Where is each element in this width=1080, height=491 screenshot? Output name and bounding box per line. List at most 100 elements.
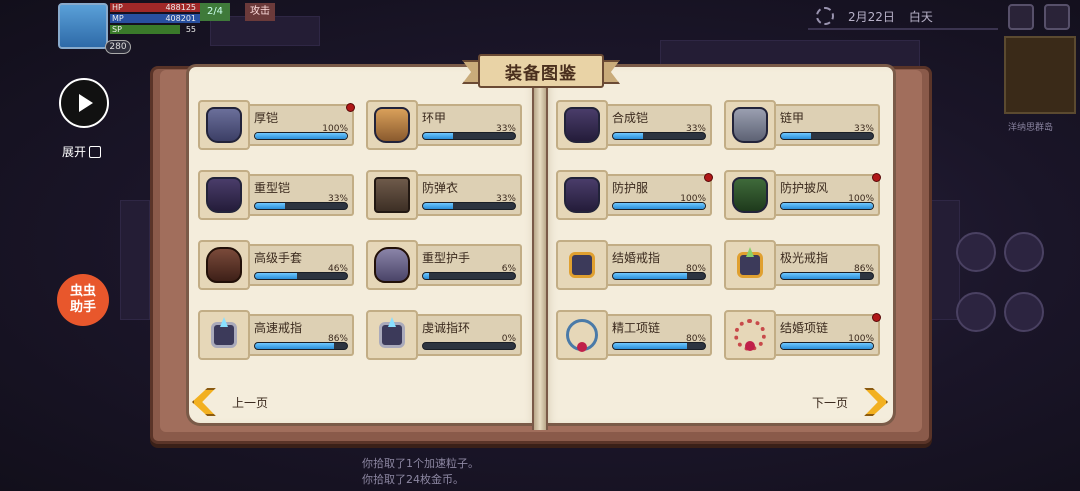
equipment-name: 厚铠	[254, 111, 279, 125]
hp-value: 488125	[165, 3, 196, 12]
log-line: 你拾取了1个加速粒子。	[362, 457, 479, 470]
progress-fill	[255, 343, 335, 349]
ring-armor-icon	[374, 107, 410, 143]
equipment-slot	[556, 170, 608, 220]
equipment-name: 链甲	[780, 111, 805, 125]
new-indicator-dot	[872, 313, 881, 322]
equipment-card[interactable]: 防护披风 100%	[724, 170, 881, 220]
book-title: 装备图鉴	[478, 54, 604, 88]
equipment-slot	[366, 240, 418, 290]
equipment-info: 防弹衣 33%	[418, 174, 522, 216]
expand-icon	[89, 145, 102, 158]
player-level-badge: 280	[105, 40, 131, 54]
helper-label: 虫虫 助手	[69, 284, 96, 315]
equipment-card[interactable]: 合成铠 33%	[556, 100, 712, 150]
progress-fill	[613, 133, 644, 139]
background-tile	[120, 200, 150, 320]
progress-fill	[423, 273, 429, 279]
collection-progress-bar	[422, 202, 516, 210]
prev-page-button[interactable]: 上一页	[192, 388, 268, 416]
computer-icon[interactable]	[1008, 4, 1034, 30]
equipment-card[interactable]: 环甲 33%	[366, 100, 522, 150]
zoom-icon[interactable]	[1004, 232, 1044, 272]
equipment-card[interactable]: 链甲 33%	[724, 100, 880, 150]
equipment-info: 厚铠 100%	[250, 103, 355, 146]
equipment-name: 防弹衣	[422, 181, 459, 195]
collection-progress-bar	[254, 132, 348, 140]
collection-progress-bar	[422, 272, 516, 280]
helper-button[interactable]: 虫虫 助手	[57, 274, 109, 326]
equipment-slot	[724, 240, 776, 290]
collection-progress-bar	[612, 132, 706, 140]
player-avatar[interactable]	[58, 3, 108, 49]
snowflake-icon[interactable]	[1004, 292, 1044, 332]
equipment-slot	[198, 170, 250, 220]
equipment-slot	[198, 240, 250, 290]
speed-ring-icon	[211, 317, 237, 348]
equipment-card[interactable]: 厚铠 100%	[198, 100, 355, 150]
date-bar: 2月22日 白天	[808, 4, 998, 30]
hud-counter-tag[interactable]: 2/4	[200, 3, 230, 21]
log-line: 你拾取了24枚金币。	[362, 473, 464, 486]
equipment-card[interactable]: 防弹衣 33%	[366, 170, 522, 220]
equipment-name: 虔诚指环	[422, 321, 471, 335]
progress-fill	[255, 273, 298, 279]
crafted-necklace-icon	[566, 319, 598, 352]
equipment-card[interactable]: 结婚戒指 80%	[556, 240, 712, 290]
menu-icon[interactable]	[1044, 4, 1070, 30]
next-page-button[interactable]: 下一页	[812, 388, 889, 416]
play-icon	[79, 94, 93, 112]
equipment-slot	[366, 100, 418, 150]
equipment-card[interactable]: 重型铠 33%	[198, 170, 354, 220]
collection-progress-bar	[254, 202, 348, 210]
devout-ring-icon	[379, 317, 405, 348]
time-of-day-text: 白天	[908, 9, 933, 24]
collection-progress-bar	[612, 202, 706, 210]
equipment-info: 虔诚指环 0%	[418, 314, 522, 356]
book-title-ribbon: 装备图鉴	[462, 52, 620, 92]
equipment-card[interactable]: 精工项链 80%	[556, 310, 712, 360]
equipment-name: 合成铠	[612, 111, 649, 125]
equipment-card[interactable]: 极光戒指 86%	[724, 240, 880, 290]
new-indicator-dot	[872, 173, 881, 182]
search-icon[interactable]	[956, 232, 996, 272]
collection-progress-bar	[612, 272, 706, 280]
equipment-card[interactable]: 虔诚指环 0%	[366, 310, 522, 360]
equipment-info: 高速戒指 86%	[250, 314, 354, 356]
equipment-info: 结婚戒指 80%	[608, 244, 712, 286]
gear-icon[interactable]	[956, 292, 996, 332]
collection-progress-bar	[422, 132, 516, 140]
progress-fill	[255, 203, 286, 209]
equipment-card[interactable]: 高速戒指 86%	[198, 310, 354, 360]
minimap[interactable]	[1004, 36, 1076, 114]
collection-progress-bar	[780, 342, 874, 350]
equipment-card[interactable]: 防护服 100%	[556, 170, 713, 220]
hp-bar: HP 488125	[110, 3, 200, 12]
sp-value: 55	[185, 25, 196, 34]
equipment-info: 结婚项链 100%	[776, 313, 881, 356]
expand-button[interactable]: 展开	[62, 143, 102, 160]
equipment-card[interactable]: 结婚项链 100%	[724, 310, 881, 360]
equipment-name: 防护服	[612, 181, 649, 195]
pickup-log: 你拾取了1个加速粒子。 你拾取了24枚金币。	[362, 456, 479, 488]
collection-progress-bar	[422, 342, 516, 350]
collection-progress-bar	[780, 272, 874, 280]
equipment-info: 防护披风 100%	[776, 173, 881, 216]
equipment-card[interactable]: 高级手套 46%	[198, 240, 354, 290]
equipment-name: 重型铠	[254, 181, 291, 195]
heavy-gauntlet-icon	[374, 247, 410, 283]
equipment-name: 重型护手	[422, 251, 471, 265]
equipment-card[interactable]: 重型护手 6%	[366, 240, 522, 290]
collection-progress-bar	[254, 342, 348, 350]
collection-progress-bar	[254, 272, 348, 280]
equipment-info: 精工项链 80%	[608, 314, 712, 356]
chevron-right-icon	[864, 388, 889, 416]
progress-fill	[781, 133, 812, 139]
play-button[interactable]	[59, 78, 109, 128]
collection-progress-bar	[612, 342, 706, 350]
progress-fill	[613, 203, 705, 209]
equipment-info: 极光戒指 86%	[776, 244, 880, 286]
mp-value: 408201	[165, 14, 196, 23]
expand-label: 展开	[62, 145, 87, 159]
hud-attack-tag[interactable]: 攻击	[245, 3, 275, 21]
